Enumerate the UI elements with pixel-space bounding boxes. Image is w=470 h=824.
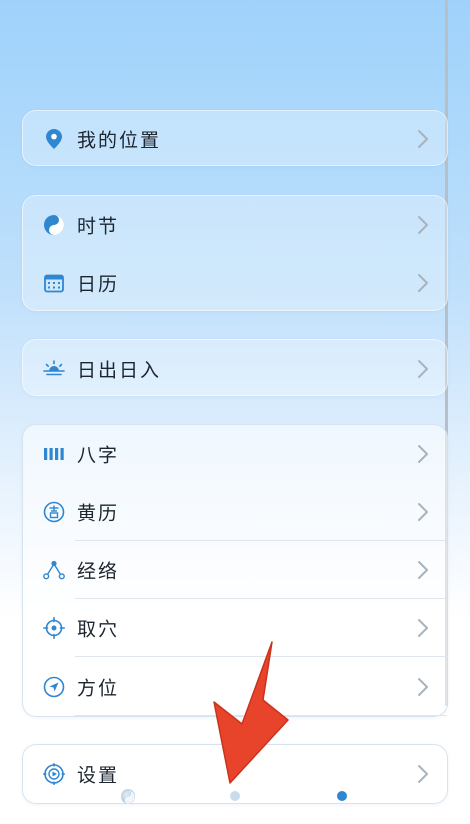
nodes-icon [43,559,65,581]
chevron-right-icon [418,216,428,234]
gear-icon [43,763,65,785]
menu-item-sunrise-sunset[interactable]: 日出日入 [23,340,447,397]
menu-item-label: 方位 [77,677,120,699]
menu-item-label: 日历 [77,273,120,296]
red-arrow-annotation [213,641,289,784]
yin-yang-icon [121,790,135,804]
time-card: 时节 日历 [22,195,448,311]
location-pin-icon [43,128,65,150]
menu-item-calendar[interactable]: 日历 [23,254,447,312]
page-indicator [0,788,470,804]
menu-item-label: 时节 [77,215,120,238]
chevron-right-icon [418,274,428,292]
sunrise-icon [43,358,65,380]
page-dot-1[interactable] [121,789,135,804]
compass-icon [43,676,65,698]
chevron-right-icon [418,561,428,579]
menu-item-almanac[interactable]: 黄历 [23,483,447,541]
bars-icon [43,443,65,465]
menu-item-label: 我的位置 [77,129,162,152]
page-dot-2[interactable] [230,791,240,801]
chevron-right-icon [418,619,428,637]
chevron-right-icon [418,677,428,696]
calendar-icon [43,272,65,294]
chevron-right-icon [418,765,428,783]
chevron-right-icon [418,503,428,521]
menu-item-location[interactable]: 我的位置 [23,111,447,167]
menu-item-label: 经络 [77,560,120,583]
menu-item-meridian[interactable]: 经络 [23,541,447,599]
yin-yang-icon [43,214,65,236]
menu-item-label: 设置 [77,764,120,787]
location-card: 我的位置 [22,110,448,166]
chevron-right-icon [418,359,428,378]
page-dot-3-active[interactable] [337,791,347,801]
chevron-right-icon [418,445,428,463]
menu-item-label: 八字 [77,444,120,467]
menu-item-label: 取穴 [77,618,120,641]
menu-item-label: 日出日入 [77,359,162,381]
menu-item-label: 黄历 [77,502,120,525]
sun-card: 日出日入 [22,339,448,396]
ji-seal-icon [43,501,65,523]
chevron-right-icon [418,130,428,148]
crosshair-icon [43,617,65,639]
menu-item-bazi[interactable]: 八字 [23,425,447,483]
menu-item-solar-term[interactable]: 时节 [23,196,447,254]
